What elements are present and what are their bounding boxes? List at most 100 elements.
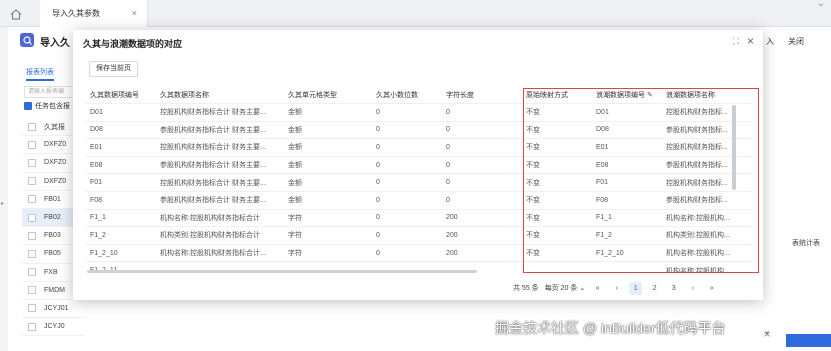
list-item[interactable]: JCYJ01 xyxy=(22,300,84,319)
column-header[interactable]: 久其数据项名称 xyxy=(155,90,283,100)
checkbox-icon[interactable] xyxy=(28,195,36,204)
table-cell[interactable]: 机构类别:控股机构... xyxy=(661,230,751,240)
table-cell[interactable]: F01 xyxy=(591,179,661,186)
table-cell: 控股机构财务指标合计 财务主要... xyxy=(160,109,266,117)
table-cell[interactable]: 机构名称:控股机构... xyxy=(661,248,751,258)
tab-close-icon[interactable]: × xyxy=(132,8,137,18)
last-page-icon[interactable]: » xyxy=(705,282,718,295)
column-header[interactable]: 原始映射方式 xyxy=(521,90,591,100)
checkbox-icon[interactable] xyxy=(24,102,32,110)
table-cell: 0 xyxy=(376,161,380,169)
table-cell[interactable]: 不变 xyxy=(521,160,591,170)
table-cell: 0 xyxy=(376,231,380,239)
checkbox-icon[interactable] xyxy=(28,249,36,258)
table-row[interactable]: E08 参股机构财务指标合计 财务主要... 金额 0 0 不变 E08 参股机构财务指标..… xyxy=(85,157,751,175)
table-cell[interactable]: E08 xyxy=(591,162,661,169)
checkbox-icon[interactable] xyxy=(28,213,36,222)
close-button[interactable]: 关闭 xyxy=(788,36,804,47)
table-row[interactable]: F1_1 机构名称:控股机构财务指标合计 字符 0 200 不变 F1_1 机构名称:控股机构… xyxy=(85,210,751,228)
column-header[interactable]: 浪潮数据项名称 xyxy=(661,90,751,100)
close-icon[interactable]: × xyxy=(747,34,754,48)
table-cell[interactable]: 参股机构财务指标... xyxy=(661,160,751,170)
next-page-icon[interactable]: › xyxy=(686,282,699,295)
checkbox-icon[interactable] xyxy=(28,231,36,240)
table-cell[interactable]: 不变 xyxy=(521,195,591,205)
table-cell: 0 xyxy=(376,108,380,116)
table-cell[interactable]: F1_2_10 xyxy=(591,250,661,257)
table-cell[interactable]: 不变 xyxy=(521,142,591,152)
list-item[interactable]: JCYJ0 xyxy=(22,318,84,337)
table-cell[interactable]: 不变 xyxy=(521,178,591,188)
table-cell[interactable]: 控股机构财务指标... xyxy=(661,107,751,117)
table-cell[interactable]: 不变 xyxy=(521,125,591,135)
table-cell: 0 xyxy=(446,126,450,134)
table-cell[interactable]: 机构名称:控股机构... xyxy=(661,213,751,223)
tab-bar: 导入久其参数 × ⌄ xyxy=(0,0,831,27)
column-header[interactable]: 字符长度 xyxy=(441,90,521,100)
table-cell[interactable]: E01 xyxy=(591,144,661,151)
table-cell[interactable]: 机构名称:控股机构... xyxy=(661,266,751,272)
table-cell[interactable]: 控股机构财务指标... xyxy=(661,142,751,152)
column-header[interactable]: 久其数据项编号 xyxy=(85,90,155,100)
background-primary-button[interactable] xyxy=(786,334,831,347)
table-cell[interactable]: 不变 xyxy=(521,248,591,258)
table-body: D01 控股机构财务指标合计 财务主要... 金额 0 0 不变 D01 控股机构财务指标..… xyxy=(85,104,751,272)
tab-import-params[interactable]: 导入久其参数 × xyxy=(40,0,148,27)
table-cell[interactable]: F1_1 xyxy=(591,214,661,221)
column-header-label: 浪潮数据项编号 xyxy=(596,92,645,99)
caret-right-icon[interactable]: ▸ xyxy=(1,200,4,207)
page-button-1[interactable]: 1 xyxy=(629,281,643,295)
save-current-page-button[interactable]: 保存当前页 xyxy=(89,61,138,77)
expand-icon[interactable]: ⛶ xyxy=(733,36,739,47)
checkbox-icon[interactable] xyxy=(28,268,36,277)
table-cell: 机构名称:控股机构财务指标合计 xyxy=(160,214,260,222)
table-cell: F1_2 xyxy=(90,231,106,239)
check-all-label: 任务包含报 xyxy=(35,103,70,110)
table-cell[interactable]: 参股机构财务指标... xyxy=(661,195,751,205)
edit-pencil-icon[interactable]: ✎ xyxy=(647,92,653,99)
checkbox-icon[interactable] xyxy=(28,122,36,131)
checkbox-icon[interactable] xyxy=(28,177,36,186)
table-row[interactable]: F08 参股机构财务指标合计 财务主要... 金额 0 0 不变 F08 参股机构财务指标..… xyxy=(85,192,751,210)
page-button-2[interactable]: 2 xyxy=(648,282,661,295)
vertical-scrollbar[interactable] xyxy=(732,105,736,190)
first-page-icon[interactable]: « xyxy=(591,282,604,295)
table-cell[interactable]: 不变 xyxy=(521,230,591,240)
horizontal-scrollbar[interactable] xyxy=(87,270,477,273)
table-cell[interactable]: F08 xyxy=(591,197,661,204)
table-row[interactable]: D08 参股机构财务指标合计 财务主要... 金额 0 0 不变 D08 参股机构财务指标..… xyxy=(85,122,751,140)
column-header[interactable]: 久其小数位数 xyxy=(371,90,441,100)
page-size-select[interactable]: 每页 20 条 ⌄ xyxy=(545,283,586,293)
table-row[interactable]: F01 控股机构财务指标合计 财务主要... 金额 0 0 不变 F01 控股机构财务指标..… xyxy=(85,174,751,192)
table-cell[interactable]: D08 xyxy=(591,126,661,133)
table-cell[interactable]: 不变 xyxy=(521,107,591,117)
table-cell: 控股机构财务指标合计 财务主要... xyxy=(160,179,266,187)
table-cell: 0 xyxy=(376,249,380,257)
checkbox-icon[interactable] xyxy=(28,140,36,149)
list-item-code: FB05 xyxy=(44,250,61,258)
home-icon[interactable] xyxy=(8,7,24,21)
table-cell: 参股机构财务指标合计 财务主要... xyxy=(160,126,266,134)
table-cell[interactable]: F1_2 xyxy=(591,232,661,239)
chevron-down-icon[interactable]: ⌄ xyxy=(817,0,825,9)
table-row[interactable]: F1_2_10 机构名称:控股机构财务指标合计... 字符 0 200 不变 F1_2_10… xyxy=(85,245,751,263)
checkbox-icon[interactable] xyxy=(28,322,36,331)
table-row[interactable]: F1_2 机构类别:控股机构财务指标合计 字符 0 200 不变 F1_2 机构类别:控股机构… xyxy=(85,227,751,245)
table-row[interactable]: E01 控股机构财务指标合计 财务主要... 金额 0 0 不变 E01 控股机构财务指标..… xyxy=(85,139,751,157)
table-cell[interactable]: 不变 xyxy=(521,213,591,223)
table-cell: 控股机构财务指标合计 财务主要... xyxy=(160,144,266,152)
column-header[interactable]: 浪潮数据项编号 ✎ xyxy=(591,90,661,100)
checkbox-icon[interactable] xyxy=(28,286,36,295)
tab-report-list[interactable]: 报表列表 xyxy=(26,67,54,81)
table-cell[interactable]: 参股机构财务指标... xyxy=(661,125,751,135)
checkbox-icon[interactable] xyxy=(28,304,36,313)
checkbox-icon[interactable] xyxy=(28,158,36,167)
table-row[interactable]: D01 控股机构财务指标合计 财务主要... 金额 0 0 不变 D01 控股机构财务指标..… xyxy=(85,104,751,122)
column-header[interactable]: 久其单元格类型 xyxy=(283,90,371,100)
page-button-3[interactable]: 3 xyxy=(667,282,680,295)
prev-page-icon[interactable]: ‹ xyxy=(610,282,623,295)
check-all[interactable]: 任务包含报 xyxy=(24,101,70,111)
table-cell[interactable]: 控股机构财务指标... xyxy=(661,178,751,188)
import-button[interactable]: 入 xyxy=(766,36,774,47)
table-cell[interactable]: D01 xyxy=(591,109,661,116)
